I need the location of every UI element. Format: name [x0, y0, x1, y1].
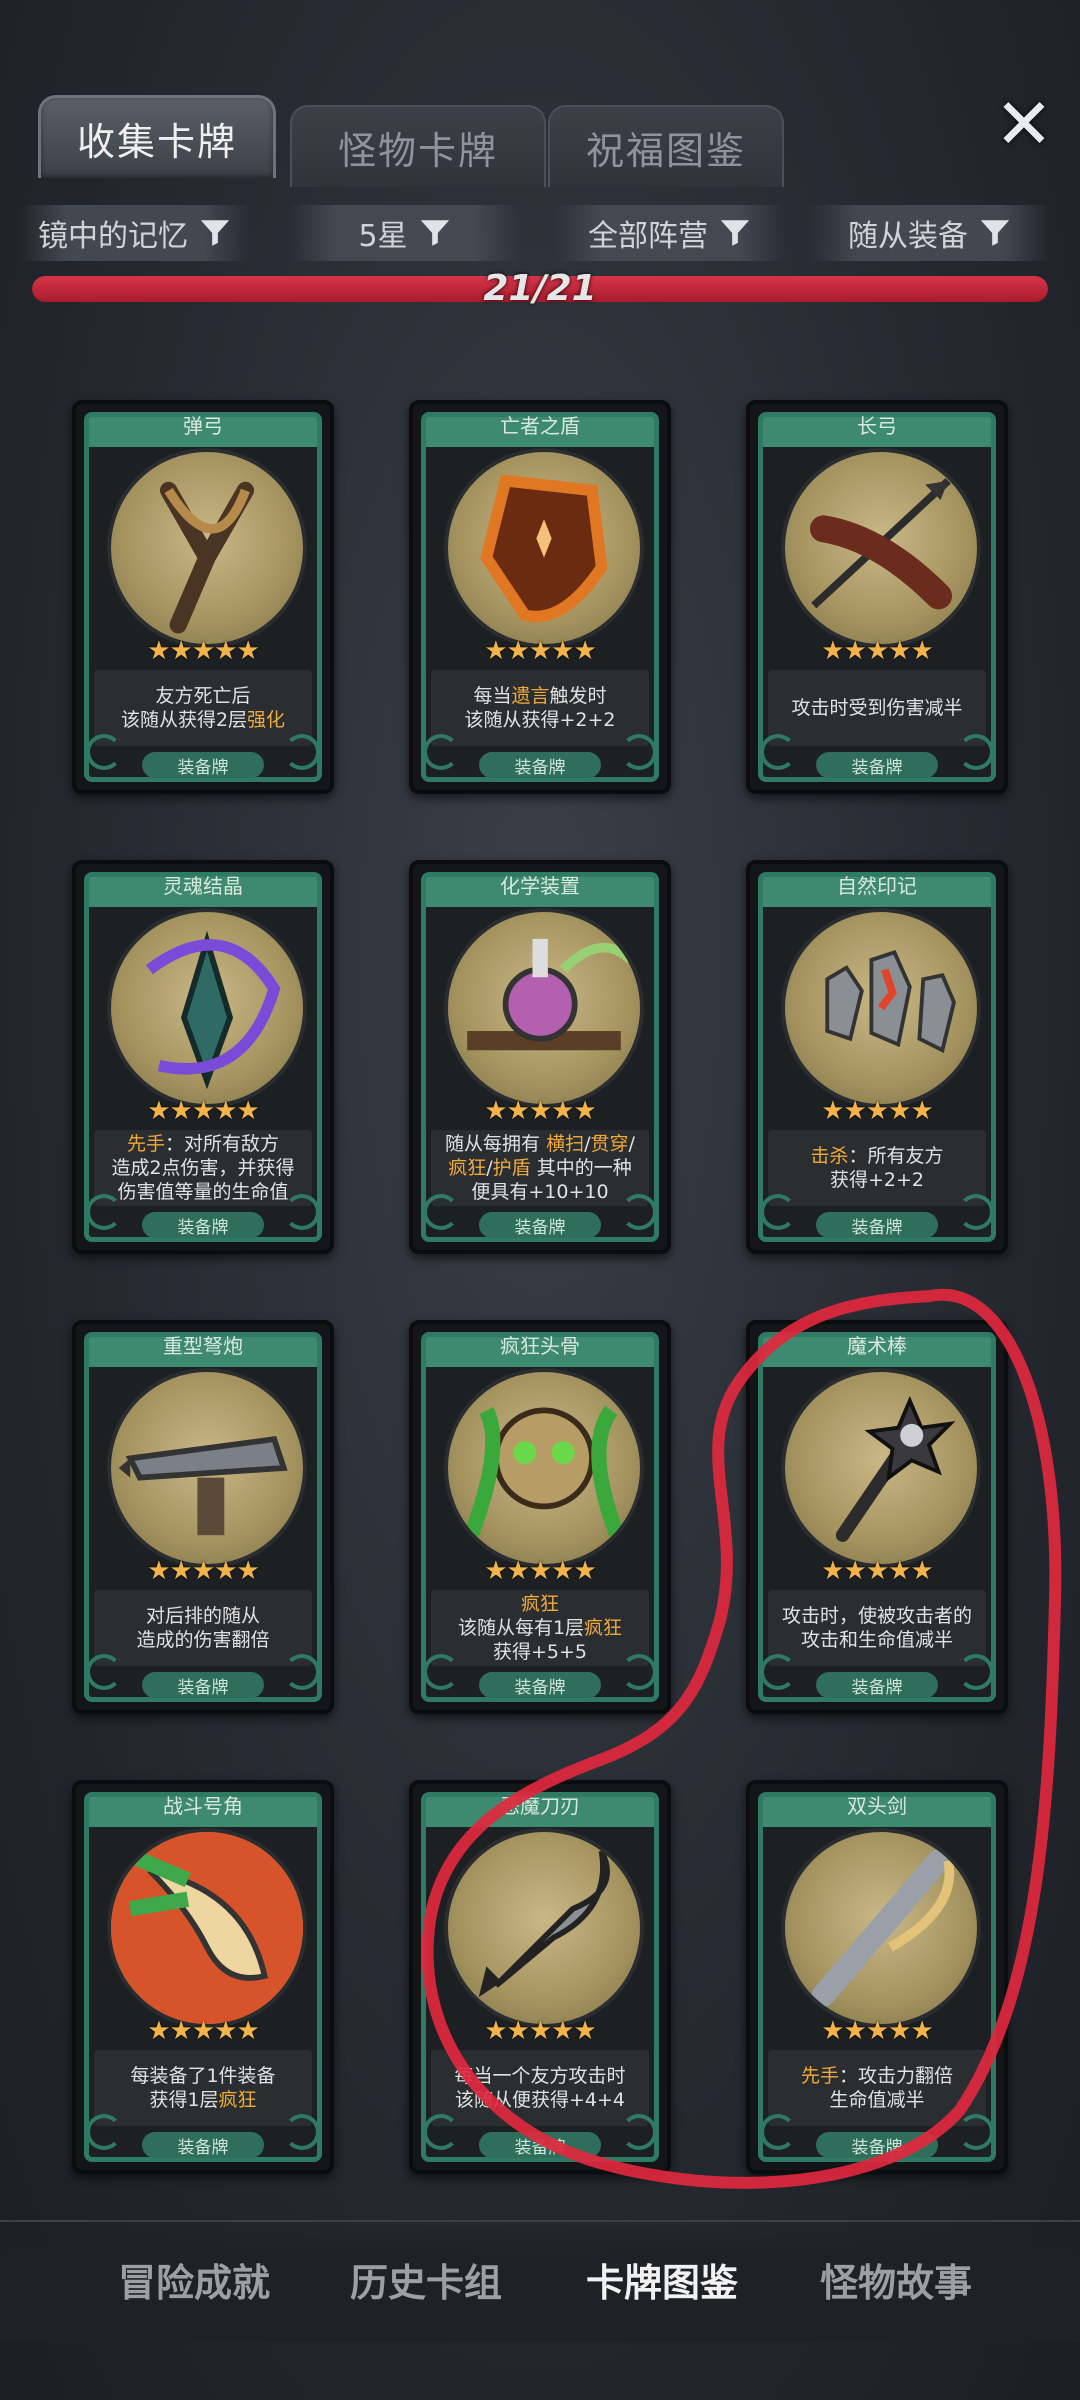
red-annotation-loop [421, 1288, 1062, 2189]
